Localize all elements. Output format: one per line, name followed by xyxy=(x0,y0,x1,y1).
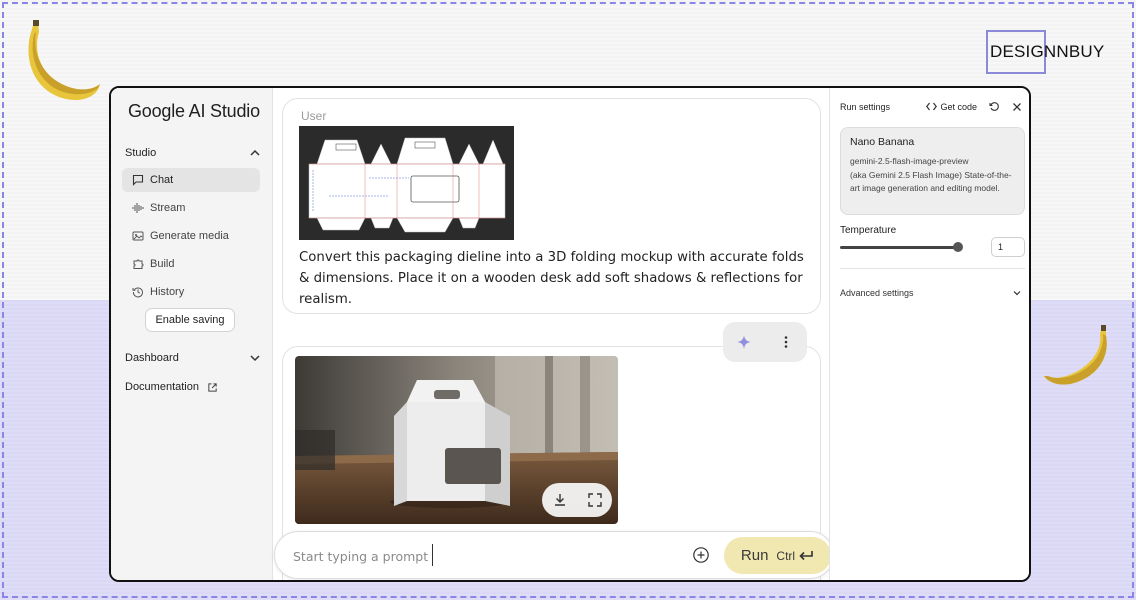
sidebar-link-documentation[interactable]: Documentation xyxy=(125,381,261,393)
get-code-label: Get code xyxy=(940,101,977,112)
media-icon xyxy=(132,231,144,241)
download-icon[interactable] xyxy=(552,492,568,508)
model-name: Nano Banana xyxy=(850,136,915,148)
brand-logo: DESIGNNBUY xyxy=(990,42,1105,61)
sidebar-item-stream[interactable]: Stream xyxy=(122,196,260,220)
shortcut-label: Ctrl xyxy=(776,548,796,563)
add-attachment-icon[interactable] xyxy=(692,546,710,564)
settings-header: Run settings Get code xyxy=(840,101,1022,112)
banana-illustration-right xyxy=(1044,325,1107,385)
close-icon[interactable] xyxy=(1012,102,1022,112)
enable-saving-button[interactable]: Enable saving xyxy=(145,308,235,332)
image-controls xyxy=(542,483,612,517)
history-icon xyxy=(132,287,143,298)
section-label: Documentation xyxy=(125,381,199,393)
reset-icon[interactable] xyxy=(989,101,1000,112)
puzzle-icon xyxy=(133,259,144,269)
sidebar: Google AI Studio Studio Chat Stream Gene… xyxy=(111,88,273,580)
waveform-icon xyxy=(132,203,144,213)
get-code-button[interactable]: Get code xyxy=(926,102,977,112)
temperature-slider[interactable] xyxy=(840,246,958,249)
section-label: Studio xyxy=(125,147,157,159)
temperature-slider-handle[interactable] xyxy=(953,242,963,252)
run-button[interactable]: Run Ctrl xyxy=(724,537,831,574)
model-id: gemini-2.5-flash-image-preview xyxy=(850,156,969,166)
sparkle-icon[interactable] xyxy=(736,334,752,350)
prompt-input[interactable] xyxy=(293,546,673,566)
sidebar-item-build[interactable]: Build xyxy=(122,252,260,276)
run-settings-panel: Run settings Get code Nano Banana gemini… xyxy=(829,88,1029,580)
more-options-icon[interactable] xyxy=(778,334,794,350)
sidebar-item-history[interactable]: History xyxy=(122,280,260,304)
temperature-label: Temperature xyxy=(840,225,897,236)
run-shortcut: Ctrl xyxy=(776,549,814,563)
response-actions xyxy=(723,322,807,362)
sidebar-item-label: Stream xyxy=(150,202,186,214)
run-label: Run xyxy=(740,547,769,564)
text-caret xyxy=(432,544,433,566)
sidebar-item-generate-media[interactable]: Generate media xyxy=(122,224,260,248)
model-description: (aka Gemini 2.5 Flash Image) State-of-th… xyxy=(850,169,1012,194)
external-link-icon xyxy=(208,382,217,392)
app-logo: Google AI Studio xyxy=(128,101,260,121)
banana-illustration-left xyxy=(28,20,101,101)
chevron-down-icon xyxy=(1013,291,1021,296)
advanced-settings-label: Advanced settings xyxy=(840,288,914,298)
chat-icon xyxy=(132,174,144,186)
dieline-image[interactable] xyxy=(299,126,514,240)
chevron-up-icon xyxy=(250,149,260,156)
user-prompt-text: Convert this packaging dieline into a 3D… xyxy=(299,250,804,307)
sidebar-item-label: Generate media xyxy=(150,230,229,242)
sidebar-section-dashboard[interactable]: Dashboard xyxy=(125,352,261,364)
advanced-settings-toggle[interactable]: Advanced settings xyxy=(840,288,1022,298)
user-label: User xyxy=(301,109,327,123)
sidebar-item-chat[interactable]: Chat xyxy=(122,168,260,192)
chevron-down-icon xyxy=(250,355,260,362)
settings-title: Run settings xyxy=(840,101,891,112)
sidebar-item-label: History xyxy=(150,286,185,298)
user-message: User Convert this packaging dieline into… xyxy=(282,98,821,314)
sidebar-item-label: Chat xyxy=(150,174,174,186)
sidebar-section-studio[interactable]: Studio xyxy=(125,147,261,159)
model-selector[interactable]: Nano Banana gemini-2.5-flash-image-previ… xyxy=(840,127,1025,215)
fullscreen-icon[interactable] xyxy=(587,492,603,508)
enter-key-icon xyxy=(799,550,813,560)
section-label: Dashboard xyxy=(125,352,179,364)
sidebar-item-label: Build xyxy=(150,258,175,270)
app-window: Google AI Studio Studio Chat Stream Gene… xyxy=(109,86,1031,582)
divider xyxy=(840,268,1025,269)
chat-panel: User Convert this packaging dieline into… xyxy=(274,88,829,580)
temperature-input[interactable] xyxy=(991,237,1025,257)
prompt-bar: Run Ctrl xyxy=(274,531,834,579)
code-icon xyxy=(926,102,938,111)
